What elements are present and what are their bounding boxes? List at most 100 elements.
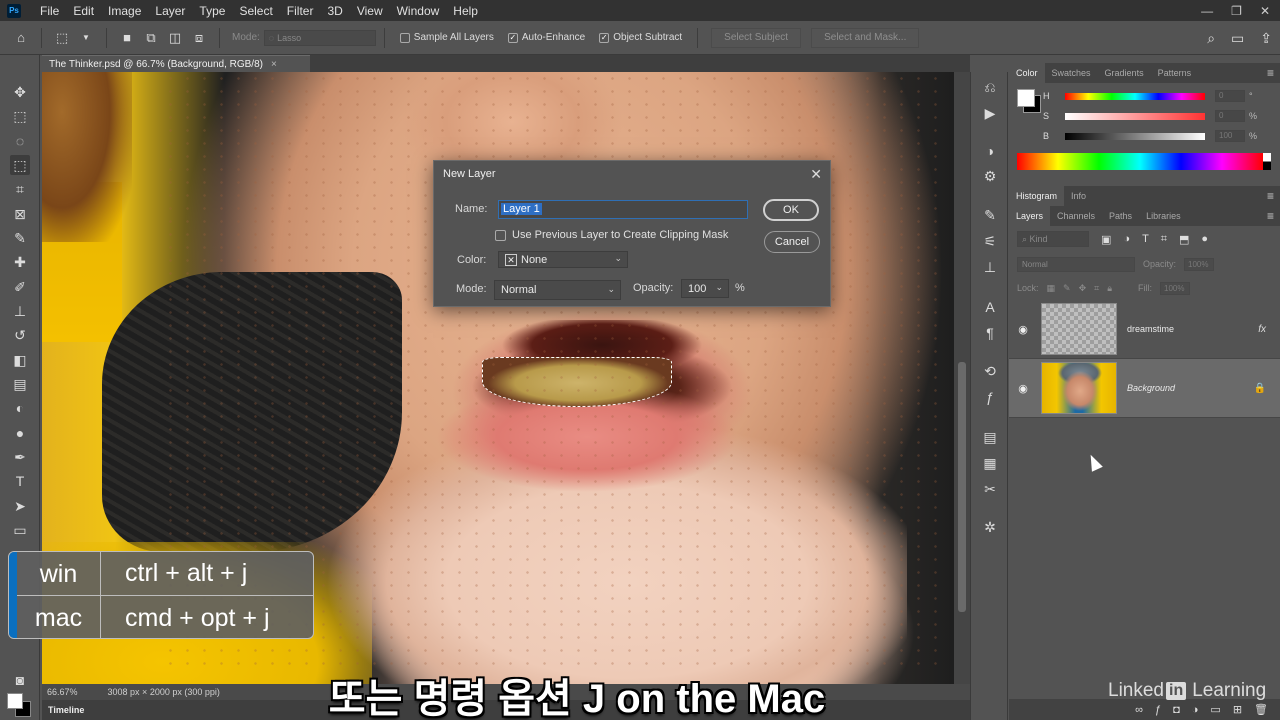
sample-all-layers-checkbox[interactable]: Sample All Layers [399,32,494,43]
mode-select[interactable]: ◌ Lasso [263,29,376,46]
home-icon[interactable]: ⌂ [14,30,28,45]
properties-icon[interactable]: ⚙ [981,167,999,185]
mode-select[interactable]: Normal ⌄ [494,280,621,300]
saturation-slider[interactable] [1065,112,1205,120]
cancel-button[interactable]: Cancel [764,231,820,253]
clone-source-icon[interactable]: ⊥ [981,258,999,276]
layer-name[interactable]: dreamstime [1127,324,1174,334]
menu-view[interactable]: View [350,4,390,18]
eraser-tool-icon[interactable]: ◧ [10,350,30,370]
filter-kind-select[interactable]: ⌕ Kind [1017,231,1089,247]
hue-value[interactable]: 0 [1215,90,1245,102]
tools-icon[interactable]: ✂ [981,480,999,498]
eye-icon[interactable]: ◉ [1009,323,1037,336]
clipping-mask-checkbox[interactable]: Use Previous Layer to Create Clipping Ma… [495,229,728,241]
tab-info[interactable]: Info [1064,186,1093,206]
menu-filter[interactable]: Filter [280,4,321,18]
rectangle-tool-icon[interactable]: ▭ [10,520,30,540]
actions-play-icon[interactable]: ▶ [981,104,999,122]
restore-button[interactable]: ❐ [1231,4,1242,18]
select-subject-button[interactable]: Select Subject [711,27,802,48]
link-layers-icon[interactable]: ∞ [1135,704,1143,716]
lasso-tool-icon[interactable]: ◌ [10,131,30,151]
new-group-icon[interactable]: ▭ [1210,703,1220,716]
color-select[interactable]: ✕ None ⌄ [498,251,628,268]
layer-name[interactable]: Background [1127,383,1175,393]
auto-enhance-checkbox[interactable]: ✓ Auto-Enhance [507,32,585,43]
color-spectrum-ramp[interactable] [1017,153,1263,170]
menu-3d[interactable]: 3D [320,4,349,18]
fx-icon[interactable]: ƒ [981,388,999,406]
black-white-ramp[interactable] [1263,153,1271,170]
eyedropper-tool-icon[interactable]: ✎ [10,228,30,248]
menu-layer[interactable]: Layer [148,4,192,18]
canvas-scrollbar[interactable] [954,72,970,684]
character-icon[interactable]: A [981,298,999,316]
dodge-tool-icon[interactable]: ● [10,423,30,443]
healing-brush-tool-icon[interactable]: ✚ [10,252,30,272]
search-icon[interactable]: ⌕ [1207,30,1215,47]
styles-icon[interactable]: ⟲ [981,362,999,380]
chevron-down-icon[interactable]: ▼ [79,31,93,45]
brush-tool-icon[interactable]: ✐ [10,277,30,297]
zoom-level[interactable]: 66.67% [47,687,78,697]
menu-edit[interactable]: Edit [66,4,101,18]
delete-layer-icon[interactable]: 🗑︎ [1254,703,1268,716]
close-icon[interactable]: × [271,59,277,70]
paragraph-icon[interactable]: ¶ [981,324,999,342]
layer-name-input[interactable]: Layer 1 [498,200,748,219]
filter-pixel-icon[interactable]: ▣ [1101,233,1111,246]
document-tab[interactable]: The Thinker.psd @ 66.7% (Background, RGB… [42,55,310,72]
workspace-icon[interactable]: ▭ [1231,30,1244,47]
panel-menu-icon[interactable]: ≡ [1267,66,1280,80]
panel-menu-icon[interactable]: ≡ [1267,209,1280,223]
ok-button[interactable]: OK [763,199,819,221]
crop-tool-icon[interactable]: ⌗ [10,179,30,199]
tab-layers[interactable]: Layers [1009,206,1051,226]
layer-row[interactable]: ◉ Background 🔒 [1009,359,1280,418]
foreground-color-swatch[interactable] [1017,89,1035,107]
gradient-tool-icon[interactable]: ▤ [10,374,30,394]
eye-icon[interactable]: ◉ [1009,382,1037,395]
lock-icon[interactable]: 🔒 [1254,383,1266,394]
brightness-slider[interactable] [1065,132,1205,140]
subtract-selection-icon[interactable]: ◫ [168,30,182,45]
type-tool-icon[interactable]: T [10,471,30,491]
menu-window[interactable]: Window [390,4,447,18]
tab-paths[interactable]: Paths [1102,206,1139,226]
menu-file[interactable]: File [33,4,66,18]
history-brush-tool-icon[interactable]: ↺ [10,325,30,345]
panel-menu-icon[interactable]: ≡ [1267,189,1280,203]
lock-transparent-icon[interactable]: ▦ [1047,283,1056,294]
notes-icon[interactable]: ▦ [981,454,999,472]
adjustments-icon[interactable]: ◑ [981,142,999,160]
foreground-color-swatch[interactable] [7,693,23,709]
menu-type[interactable]: Type [192,4,232,18]
libraries-icon[interactable]: ▤ [981,428,999,446]
tab-channels[interactable]: Channels [1050,206,1102,226]
brushes-icon[interactable]: ✎ [981,206,999,224]
object-subtract-checkbox[interactable]: ✓ Object Subtract [599,32,682,43]
object-selection-tool-icon[interactable]: ⬚ [55,30,69,45]
color-swatches[interactable] [7,693,33,719]
object-selection-tool-icon[interactable]: ⬚ [10,155,30,175]
tab-histogram[interactable]: Histogram [1009,186,1065,206]
new-selection-icon[interactable]: ■ [120,30,134,45]
clone-stamp-tool-icon[interactable]: ⊥ [10,301,30,321]
close-icon[interactable]: ✕ [810,166,822,183]
menu-image[interactable]: Image [101,4,148,18]
fx-icon[interactable]: fx [1258,324,1266,335]
tab-libraries[interactable]: Libraries [1139,206,1188,226]
share-icon[interactable]: ⇪ [1260,30,1272,47]
frame-tool-icon[interactable]: ⊠ [10,204,30,224]
tab-swatches[interactable]: Swatches [1045,63,1098,83]
move-tool-icon[interactable]: ✥ [10,82,30,102]
marquee-tool-icon[interactable]: ⬚ [10,106,30,126]
scrollbar-thumb[interactable] [958,362,966,612]
fill-field[interactable]: 100% [1160,281,1190,295]
filter-type-icon[interactable]: T [1142,233,1149,245]
add-mask-icon[interactable]: ◘ [1173,704,1180,716]
hue-slider[interactable] [1065,92,1205,100]
opacity-field[interactable]: 100% [1184,257,1215,271]
filter-toggle-icon[interactable]: ● [1201,233,1208,245]
